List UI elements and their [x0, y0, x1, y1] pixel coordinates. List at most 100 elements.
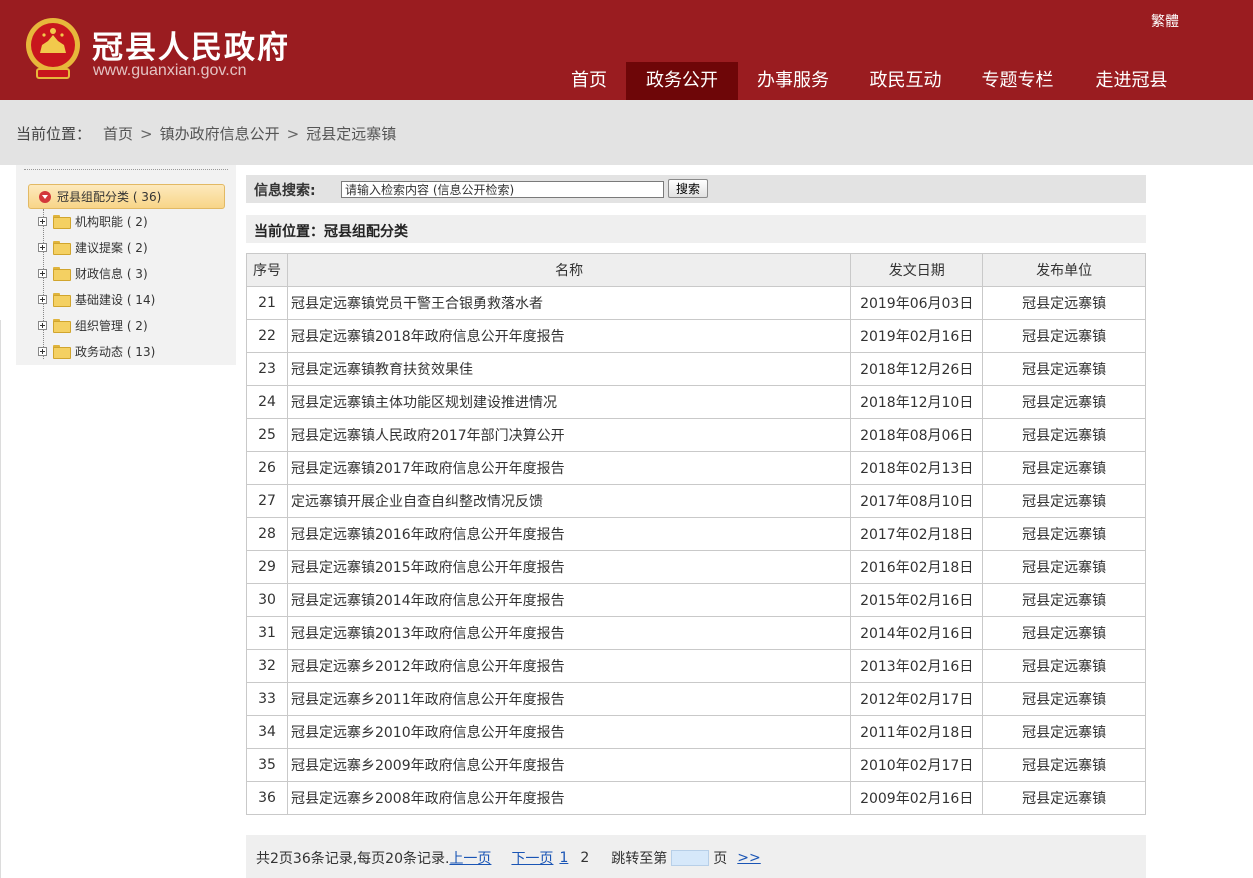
document-title-link[interactable]: 冠县定远寨镇教育扶贫效果佳	[286, 352, 852, 386]
row-unit: 冠县定远寨镇	[982, 748, 1146, 782]
site-title: 冠县人民政府	[92, 30, 290, 66]
folder-icon	[53, 215, 71, 229]
document-title-link[interactable]: 冠县定远寨乡2008年政府信息公开年度报告	[286, 781, 852, 815]
category-location-bar: 当前位置：冠县组配分类	[246, 215, 1146, 243]
document-title-link[interactable]: 冠县定远寨镇2014年政府信息公开年度报告	[286, 583, 852, 617]
document-title-link[interactable]: 冠县定远寨镇党员干警王合银勇救落水者	[286, 286, 852, 320]
table-row: 28 冠县定远寨镇2016年政府信息公开年度报告 2017年02月18日 冠县定远寨镇	[246, 517, 1146, 551]
row-number: 23	[246, 352, 288, 386]
expand-plus-icon[interactable]	[38, 242, 47, 252]
row-date: 2013年02月16日	[850, 649, 984, 683]
site-url: www.guanxian.gov.cn	[93, 62, 247, 79]
prev-page-link[interactable]: 上一页	[449, 848, 491, 868]
row-unit: 冠县定远寨镇	[982, 352, 1146, 386]
document-title-link[interactable]: 冠县定远寨镇2018年政府信息公开年度报告	[286, 319, 852, 353]
traditional-chinese-toggle[interactable]: 繁體	[1151, 11, 1179, 31]
pagination-summary: 共2页36条记录,每页20条记录.	[256, 851, 450, 867]
document-title-link[interactable]: 冠县定远寨镇2016年政府信息公开年度报告	[286, 517, 852, 551]
table-row: 36 冠县定远寨乡2008年政府信息公开年度报告 2009年02月16日 冠县定远寨镇	[246, 781, 1146, 815]
document-title-link[interactable]: 冠县定远寨乡2012年政府信息公开年度报告	[286, 649, 852, 683]
jump-page-input[interactable]	[671, 850, 710, 866]
nav-special-topics[interactable]: 专题专栏	[963, 62, 1072, 100]
breadcrumb-bar: 当前位置： 首页 > 镇办政府信息公开 > 冠县定远寨镇	[0, 100, 1253, 165]
row-date: 2017年02月18日	[850, 517, 984, 551]
jump-go-link[interactable]: >>	[737, 850, 760, 866]
document-title-link[interactable]: 冠县定远寨镇人民政府2017年部门决算公开	[286, 418, 852, 452]
tree-item-finance[interactable]: 财政信息 ( 3)	[38, 263, 148, 283]
folder-icon	[53, 267, 71, 281]
row-date: 2009年02月16日	[850, 781, 984, 815]
breadcrumb: 当前位置： 首页 > 镇办政府信息公开 > 冠县定远寨镇	[16, 123, 396, 144]
row-number: 24	[246, 385, 288, 419]
nav-government-affairs[interactable]: 政务公开	[626, 62, 738, 100]
tree-item-proposals[interactable]: 建议提案 ( 2)	[38, 237, 148, 257]
search-input[interactable]	[341, 181, 664, 198]
document-title-link[interactable]: 冠县定远寨乡2011年政府信息公开年度报告	[286, 682, 852, 716]
row-unit: 冠县定远寨镇	[982, 682, 1146, 716]
expand-plus-icon[interactable]	[38, 346, 47, 356]
next-page-link[interactable]: 下一页	[511, 848, 553, 868]
header-no: 序号	[246, 253, 288, 287]
row-unit: 冠县定远寨镇	[982, 517, 1146, 551]
page-link-1[interactable]: 1	[559, 850, 568, 866]
row-date: 2018年12月10日	[850, 385, 984, 419]
folder-icon	[53, 293, 71, 307]
table-header-row: 序号 名称 发文日期 发布单位	[246, 253, 1146, 287]
expand-plus-icon[interactable]	[38, 216, 47, 226]
document-title-link[interactable]: 冠县定远寨镇2017年政府信息公开年度报告	[286, 451, 852, 485]
tree-root-category[interactable]: 冠县组配分类 ( 36)	[28, 184, 225, 209]
tree-item-institution-functions[interactable]: 机构职能 ( 2)	[38, 211, 148, 231]
pagination-bar: 共2页36条记录,每页20条记录. 上一页 下一页 1 2 跳转至第 页 >>	[246, 835, 1146, 878]
row-number: 32	[246, 649, 288, 683]
row-number: 31	[246, 616, 288, 650]
row-number: 21	[246, 286, 288, 320]
table-row: 24 冠县定远寨镇主体功能区规划建设推进情况 2018年12月10日 冠县定远寨镇	[246, 385, 1146, 419]
row-date: 2018年02月13日	[850, 451, 984, 485]
row-unit: 冠县定远寨镇	[982, 781, 1146, 815]
tree-item-infrastructure[interactable]: 基础建设 ( 14)	[38, 289, 155, 309]
nav-home[interactable]: 首页	[552, 62, 626, 100]
breadcrumb-town-info[interactable]: 镇办政府信息公开	[160, 123, 280, 144]
row-unit: 冠县定远寨镇	[982, 649, 1146, 683]
document-title-link[interactable]: 冠县定远寨镇主体功能区规划建设推进情况	[286, 385, 852, 419]
row-date: 2012年02月17日	[850, 682, 984, 716]
row-date: 2019年02月16日	[850, 319, 984, 353]
document-table: 序号 名称 发文日期 发布单位 21 冠县定远寨镇党员干警王合银勇救落水者 2019…	[246, 253, 1146, 815]
expand-plus-icon[interactable]	[38, 268, 47, 278]
nav-interaction[interactable]: 政民互动	[848, 62, 963, 100]
nav-services[interactable]: 办事服务	[738, 62, 848, 100]
search-button[interactable]: 搜索	[668, 179, 708, 198]
row-unit: 冠县定远寨镇	[982, 319, 1146, 353]
main-nav: 首页 政务公开 办事服务 政民互动 专题专栏 走进冠县	[552, 62, 1191, 100]
breadcrumb-home[interactable]: 首页	[103, 123, 133, 144]
document-title-link[interactable]: 冠县定远寨乡2010年政府信息公开年度报告	[286, 715, 852, 749]
row-date: 2014年02月16日	[850, 616, 984, 650]
row-unit: 冠县定远寨镇	[982, 550, 1146, 584]
tree-item-label: 财政信息 ( 3)	[75, 266, 148, 281]
row-number: 28	[246, 517, 288, 551]
tree-item-organization[interactable]: 组织管理 ( 2)	[38, 315, 148, 335]
tree-item-news[interactable]: 政务动态 ( 13)	[38, 341, 155, 361]
document-title-link[interactable]: 定远寨镇开展企业自查自纠整改情况反馈	[286, 484, 852, 518]
national-emblem-icon	[26, 18, 80, 79]
table-row: 30 冠县定远寨镇2014年政府信息公开年度报告 2015年02月16日 冠县定远寨镇	[246, 583, 1146, 617]
row-number: 30	[246, 583, 288, 617]
document-title-link[interactable]: 冠县定远寨镇2015年政府信息公开年度报告	[286, 550, 852, 584]
row-unit: 冠县定远寨镇	[982, 451, 1146, 485]
document-title-link[interactable]: 冠县定远寨镇2013年政府信息公开年度报告	[286, 616, 852, 650]
jump-prefix: 跳转至第	[611, 851, 668, 867]
breadcrumb-current[interactable]: 冠县定远寨镇	[306, 123, 396, 144]
row-number: 33	[246, 682, 288, 716]
expand-plus-icon[interactable]	[38, 320, 47, 330]
nav-about-county[interactable]: 走进冠县	[1072, 62, 1191, 100]
page-current-2: 2	[580, 850, 590, 866]
tree-item-label: 建议提案 ( 2)	[75, 240, 148, 255]
tree-root-label: 冠县组配分类 ( 36)	[57, 190, 162, 204]
expand-plus-icon[interactable]	[38, 294, 47, 304]
category-location: 当前位置：冠县组配分类	[254, 224, 408, 240]
row-unit: 冠县定远寨镇	[982, 418, 1146, 452]
row-number: 29	[246, 550, 288, 584]
document-title-link[interactable]: 冠县定远寨乡2009年政府信息公开年度报告	[286, 748, 852, 782]
table-row: 22 冠县定远寨镇2018年政府信息公开年度报告 2019年02月16日 冠县定远寨镇	[246, 319, 1146, 353]
collapse-arrow-icon[interactable]	[39, 190, 51, 203]
